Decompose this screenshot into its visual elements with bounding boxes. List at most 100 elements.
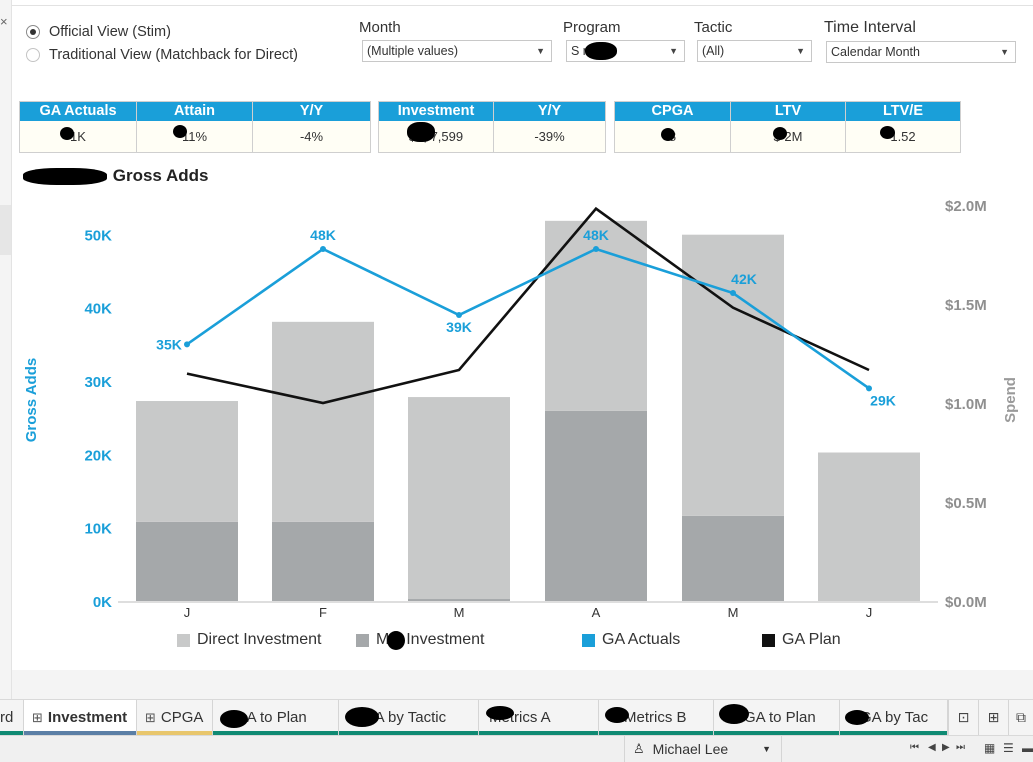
kpi-value: 1.52: [890, 129, 916, 144]
kpi-header: Attain: [137, 102, 252, 121]
chevron-down-icon[interactable]: ▼: [796, 46, 805, 56]
radio-official-view[interactable]: Official View (Stim): [26, 24, 171, 40]
redaction-mark: [173, 125, 187, 138]
kpi-header: Y/Y: [494, 102, 605, 121]
last-sheet-icon[interactable]: ⏭: [956, 742, 965, 753]
new-dashboard-icon[interactable]: ⊞: [978, 700, 1008, 735]
kpi-value: 11%: [181, 129, 208, 144]
close-icon[interactable]: ×: [0, 14, 8, 29]
kpi-header: LTV/E: [846, 102, 960, 121]
kpi-cpga: CPGA 8: [615, 102, 731, 152]
filter-month-label: Month: [359, 19, 401, 36]
redaction-mark: [605, 707, 629, 723]
filter-tactic: Tactic (All) ▼: [694, 19, 812, 62]
tab-cpga[interactable]: ⊞ CPGA: [137, 700, 213, 735]
tab-investment[interactable]: ⊞ Investment: [24, 700, 137, 735]
user-menu[interactable]: ♙ Michael Lee ▼: [624, 736, 782, 762]
filter-time-interval: Time Interval Calendar Month ▼: [824, 19, 1016, 63]
user-name: Michael Lee: [652, 741, 729, 757]
chevron-down-icon[interactable]: ▼: [1000, 47, 1009, 57]
kpi-header: CPGA: [615, 102, 730, 121]
tab-label: Investment: [47, 709, 128, 726]
kpi-ltv-e: LTV/E 1.52: [846, 102, 960, 152]
dashboard-grid-icon: ⊞: [145, 709, 156, 725]
legend-swatch: [356, 633, 369, 647]
filter-month-dropdown[interactable]: (Multiple values) ▼: [362, 40, 552, 62]
radio-traditional-view[interactable]: Traditional View (Matchback for Direct): [26, 47, 298, 63]
filter-month: Month (Multiple values) ▼: [359, 19, 552, 62]
dashboard-grid-icon: ⊞: [32, 709, 43, 725]
legend-ga-plan: GA Plan: [762, 631, 841, 649]
legend-swatch: [582, 633, 595, 647]
redaction-mark: [719, 704, 749, 724]
legend-media-investment: M s Investment: [356, 631, 484, 649]
tab-dashboard[interactable]: rd: [0, 700, 24, 735]
kpi-ltv: LTV $ 2M: [731, 102, 846, 152]
redaction-mark: [60, 127, 74, 140]
redaction-mark: [23, 168, 107, 185]
kpi-card-ga: GA Actuals 1K Attain 11% Y/Y -4%: [19, 101, 371, 153]
kpi-value: 1K: [70, 129, 86, 144]
filter-tactic-value: (All): [702, 44, 725, 58]
redaction-mark: [486, 706, 514, 720]
prev-sheet-icon[interactable]: ◀: [928, 742, 936, 753]
redaction-mark: [220, 710, 248, 728]
kpi-investment: Investment $1, 7,599: [379, 102, 494, 152]
first-sheet-icon[interactable]: ⏮: [910, 742, 919, 753]
legend-ga-actuals: GA Actuals: [582, 631, 680, 649]
legend-label: Direct Investment: [197, 631, 322, 648]
sheet-tabs-bar: rd ⊞ Investment ⊞ CPGA GA to Plan GA by …: [0, 699, 1033, 735]
legend-direct-investment: Direct Investment: [177, 631, 321, 649]
legend-swatch: [762, 633, 775, 647]
chevron-down-icon[interactable]: ▼: [669, 46, 678, 56]
side-panel-scroll[interactable]: [0, 205, 11, 255]
kpi-value: $ 2M: [773, 129, 803, 144]
filmstrip-view-icon[interactable]: ▬: [1022, 741, 1033, 755]
filter-program: Program S re ▼: [563, 19, 685, 62]
list-view-icon[interactable]: ☰: [1003, 741, 1014, 755]
tab-label: GA by Tac: [860, 709, 929, 726]
tab-label: CPGA: [160, 709, 204, 726]
filter-tactic-label: Tactic: [694, 19, 733, 36]
filter-time-interval-value: Calendar Month: [831, 45, 920, 59]
filter-time-interval-label: Time Interval: [824, 19, 916, 36]
redaction-mark: [661, 128, 675, 141]
chevron-down-icon[interactable]: ▼: [762, 744, 771, 754]
kpi-ga-actuals: GA Actuals 1K: [20, 102, 137, 152]
kpi-ga-yy: Y/Y -4%: [253, 102, 370, 152]
filter-month-value: (Multiple values): [367, 44, 459, 58]
filter-tactic-dropdown[interactable]: (All) ▼: [697, 40, 812, 62]
legend-label: GA Plan: [782, 631, 841, 648]
radio-selected-icon[interactable]: [26, 25, 40, 39]
legend-swatch: [177, 633, 190, 647]
tab-label: rd: [0, 709, 14, 726]
radio-traditional-label: Traditional View (Matchback for Direct): [49, 47, 298, 63]
redaction-mark: [585, 42, 617, 60]
grid-view-icon[interactable]: ▦: [984, 741, 995, 755]
radio-unselected-icon[interactable]: [26, 48, 40, 62]
next-sheet-icon[interactable]: ▶: [942, 742, 950, 753]
kpi-header: LTV: [731, 102, 845, 121]
kpi-card-value: CPGA 8 LTV $ 2M LTV/E 1.52: [614, 101, 961, 153]
chevron-down-icon[interactable]: ▼: [536, 46, 545, 56]
filter-time-interval-dropdown[interactable]: Calendar Month ▼: [826, 41, 1016, 63]
kpi-header: Investment: [379, 102, 493, 121]
redaction-mark: [773, 127, 787, 140]
redaction-mark: [845, 710, 869, 725]
kpi-investment-yy: Y/Y -39%: [494, 102, 605, 152]
new-worksheet-icon[interactable]: ⊡: [948, 700, 978, 735]
redaction-mark: [345, 707, 379, 727]
chart-title-text: Gross Adds: [112, 166, 209, 185]
radio-official-label: Official View (Stim): [49, 24, 171, 40]
status-bar: ♙ Michael Lee ▼ ⏮ ◀ ▶ ⏭ ▦ ☰ ▬: [0, 735, 1033, 762]
kpi-value: $1, 7,599: [408, 129, 464, 144]
filter-program-dropdown[interactable]: S re ▼: [566, 40, 685, 62]
kpi-value: -39%: [534, 129, 565, 144]
user-icon: ♙: [633, 741, 645, 756]
new-story-icon[interactable]: ⧉: [1008, 700, 1033, 735]
kpi-value: -4%: [299, 129, 324, 144]
redaction-mark: [407, 122, 435, 142]
redaction-mark: [387, 631, 405, 650]
filter-program-label: Program: [563, 19, 621, 36]
app-root: × Official View (Stim) Traditional View …: [0, 0, 1033, 762]
